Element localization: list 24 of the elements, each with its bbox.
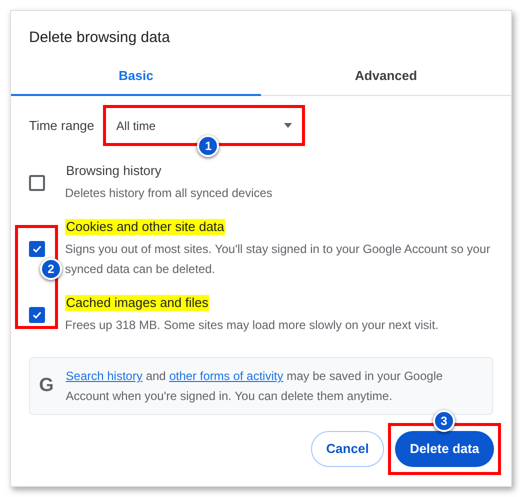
tab[interactable]: Basic [11,66,261,96]
tab[interactable]: Advanced [261,66,511,96]
delete-data-button[interactable]: Delete data [395,431,494,467]
google-logo: G [39,374,54,398]
option-description: Deletes history from all synced devices [65,185,272,202]
callout-badge: 1 [197,135,220,157]
checkbox[interactable] [29,307,45,323]
option-description: Frees up 318 MB. Some sites may load more slowly on your next visit. [65,317,438,334]
check-icon [31,243,43,255]
field-label: Time range [29,116,94,135]
info-text: Search history and other forms of activity may be saved in your Google Account when you're signed in. You can delete them anytime. [66,368,444,405]
checkbox[interactable] [29,241,45,257]
dialog-title: Delete browsing data [28,28,171,48]
callout-badge: 2 [40,258,62,280]
checkbox[interactable] [29,175,45,191]
check-icon [31,309,43,321]
link[interactable]: other forms of activity [169,369,284,383]
option-title: Cached images and files [65,295,210,311]
option-title: Cookies and other site data [65,219,226,235]
cancel-button[interactable]: Cancel [311,431,384,467]
option-title: Browsing history [65,163,162,179]
link[interactable]: Search history [66,369,142,383]
dropdown-arrow-icon [284,123,292,128]
option-description: Signs you out of most sites. You'll stay signed in to your Google Account so your synced data can be deleted. [65,241,492,278]
